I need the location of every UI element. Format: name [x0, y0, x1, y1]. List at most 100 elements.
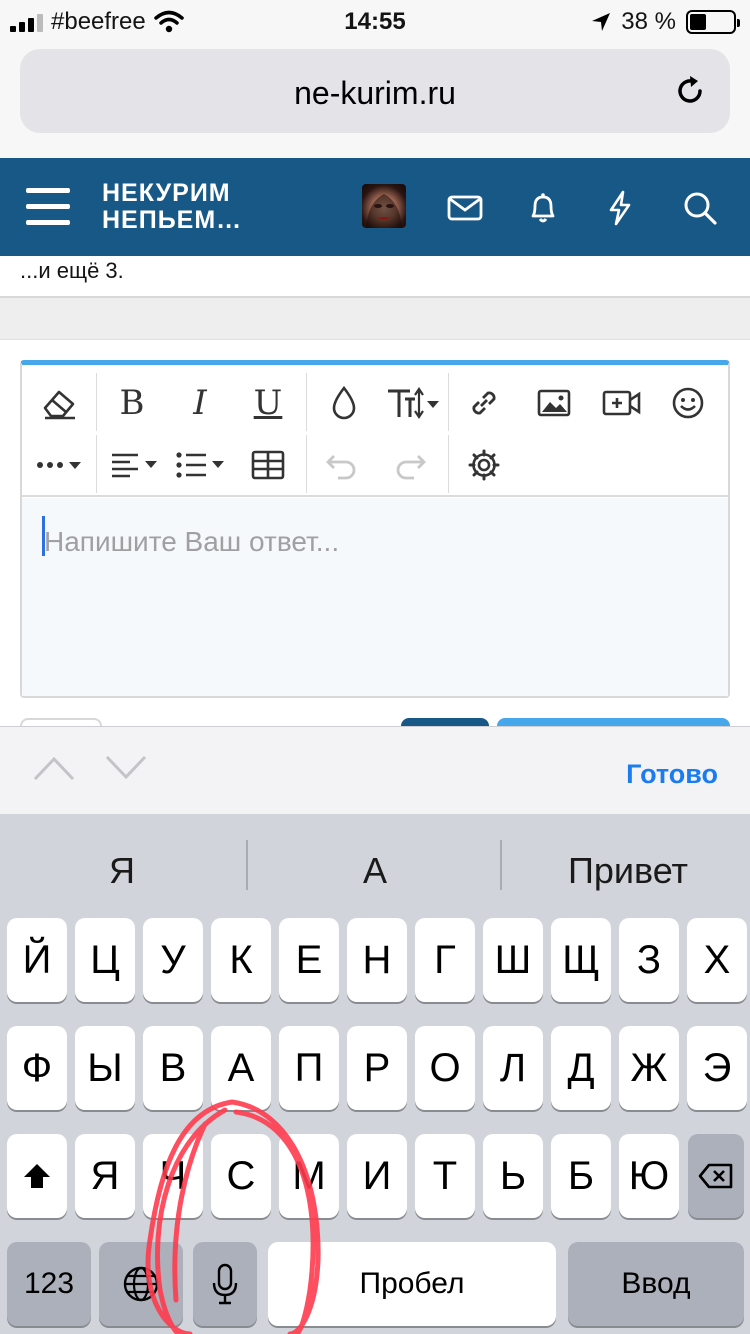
logo-line-1: НЕКУРИМ: [102, 179, 231, 207]
backspace-icon: [698, 1163, 733, 1189]
previous-field-icon[interactable]: [32, 753, 76, 783]
key-row2-1[interactable]: Ы: [75, 1026, 135, 1110]
key-row2-7[interactable]: Л: [483, 1026, 543, 1110]
underline-icon[interactable]: U: [246, 381, 290, 425]
key-row1-8[interactable]: Щ: [551, 918, 611, 1002]
toolbar-separator: [306, 373, 307, 431]
battery-percent: 38 %: [621, 8, 676, 35]
toolbar-separator: [96, 373, 97, 431]
link-icon[interactable]: [462, 381, 506, 425]
keyboard: Я А Привет ЙЦУКЕНГШЩЗХФЫВАПРОЛДЖЭЯЧСМИТЬ…: [0, 814, 750, 1334]
text-size-icon[interactable]: [384, 381, 442, 425]
key-row1-9[interactable]: З: [619, 918, 679, 1002]
key-row1-1[interactable]: Ц: [75, 918, 135, 1002]
microphone-icon: [212, 1263, 238, 1305]
section-spacer: [0, 298, 750, 340]
key-row1-0[interactable]: Й: [7, 918, 67, 1002]
battery-fill: [690, 14, 706, 30]
key-row3-8[interactable]: Ю: [619, 1134, 679, 1218]
key-row2-6[interactable]: О: [415, 1026, 475, 1110]
key-row1-6[interactable]: Г: [415, 918, 475, 1002]
backspace-key[interactable]: [688, 1134, 744, 1218]
logo-line-2: НЕПЬЕМ…: [102, 206, 243, 234]
eraser-icon[interactable]: [38, 381, 82, 425]
reload-icon[interactable]: [672, 73, 708, 109]
site-header: НЕКУРИМ НЕПЬЕМ…: [0, 158, 750, 256]
key-row2-0[interactable]: Ф: [7, 1026, 67, 1110]
site-logo[interactable]: НЕКУРИМ НЕПЬЕМ…: [102, 180, 242, 234]
table-icon[interactable]: [246, 443, 290, 487]
avatar[interactable]: [362, 184, 406, 228]
toolbar-separator: [306, 435, 307, 493]
lightning-icon[interactable]: [600, 188, 640, 228]
key-row2-4[interactable]: П: [279, 1026, 339, 1110]
location-arrow-icon: [592, 13, 611, 31]
key-row3-3[interactable]: М: [279, 1134, 339, 1218]
mail-icon[interactable]: [445, 188, 485, 228]
address-bar[interactable]: ne-kurim.ru: [20, 49, 730, 133]
shift-key[interactable]: [7, 1134, 67, 1218]
more-participants-text: ...и ещё 3.: [20, 258, 124, 283]
search-icon[interactable]: [680, 188, 720, 228]
smiley-icon[interactable]: [666, 381, 710, 425]
image-icon[interactable]: [532, 381, 576, 425]
next-field-icon[interactable]: [104, 753, 148, 783]
dictation-key[interactable]: [193, 1242, 257, 1326]
key-row1-2[interactable]: У: [143, 918, 203, 1002]
color-drop-icon[interactable]: [322, 381, 366, 425]
key-row2-10[interactable]: Э: [687, 1026, 747, 1110]
key-row3-4[interactable]: И: [347, 1134, 407, 1218]
reply-editor: B I U Напишите Ваш ответ...: [20, 360, 730, 698]
key-row3-2[interactable]: С: [211, 1134, 271, 1218]
suggestion-1[interactable]: Я: [2, 850, 242, 892]
editor-toolbar: B I U: [22, 365, 728, 497]
key-row1-7[interactable]: Ш: [483, 918, 543, 1002]
url-text[interactable]: ne-kurim.ru: [20, 75, 730, 112]
suggestion-separator: [246, 840, 248, 890]
italic-icon[interactable]: I: [178, 381, 222, 425]
browser-chrome: ne-kurim.ru: [0, 40, 750, 158]
suggestion-2[interactable]: А: [255, 850, 495, 892]
key-row3-7[interactable]: Б: [551, 1134, 611, 1218]
key-row3-0[interactable]: Я: [75, 1134, 135, 1218]
numbers-key[interactable]: 123: [7, 1242, 91, 1326]
key-row2-9[interactable]: Ж: [619, 1026, 679, 1110]
bell-icon[interactable]: [523, 188, 563, 228]
align-icon[interactable]: [108, 443, 164, 487]
key-row1-3[interactable]: К: [211, 918, 271, 1002]
key-row2-5[interactable]: Р: [347, 1026, 407, 1110]
settings-icon[interactable]: [462, 443, 506, 487]
key-row2-3[interactable]: А: [211, 1026, 271, 1110]
bold-icon[interactable]: B: [110, 381, 154, 425]
key-row1-5[interactable]: Н: [347, 918, 407, 1002]
space-key[interactable]: Пробел: [268, 1242, 556, 1326]
key-row1-4[interactable]: Е: [279, 918, 339, 1002]
toolbar-separator: [448, 435, 449, 493]
reply-placeholder: Напишите Ваш ответ...: [44, 526, 340, 557]
key-row1-10[interactable]: Х: [687, 918, 747, 1002]
return-key[interactable]: Ввод: [568, 1242, 744, 1326]
battery-icon: [686, 10, 740, 34]
toolbar-separator: [96, 435, 97, 493]
key-row3-6[interactable]: Ь: [483, 1134, 543, 1218]
globe-icon: [123, 1266, 159, 1302]
redo-icon[interactable]: [388, 443, 432, 487]
key-row2-2[interactable]: В: [143, 1026, 203, 1110]
key-row3-1[interactable]: Ч: [143, 1134, 203, 1218]
shift-icon: [24, 1164, 50, 1188]
keyboard-accessory-bar: Готово: [0, 726, 750, 814]
reply-textarea[interactable]: Напишите Ваш ответ...: [22, 498, 728, 696]
status-bar: #beefree 14:55 38 %: [0, 0, 750, 40]
suggestion-separator: [500, 840, 502, 890]
list-icon[interactable]: [174, 443, 230, 487]
key-row2-8[interactable]: Д: [551, 1026, 611, 1110]
more-icon[interactable]: [34, 443, 90, 487]
undo-icon[interactable]: [320, 443, 364, 487]
menu-icon[interactable]: [26, 188, 70, 226]
key-row3-5[interactable]: Т: [415, 1134, 475, 1218]
status-right: 38 %: [591, 8, 740, 36]
done-button[interactable]: Готово: [626, 759, 718, 790]
globe-key[interactable]: [99, 1242, 183, 1326]
suggestion-3[interactable]: Привет: [508, 850, 748, 892]
video-icon[interactable]: [600, 381, 644, 425]
